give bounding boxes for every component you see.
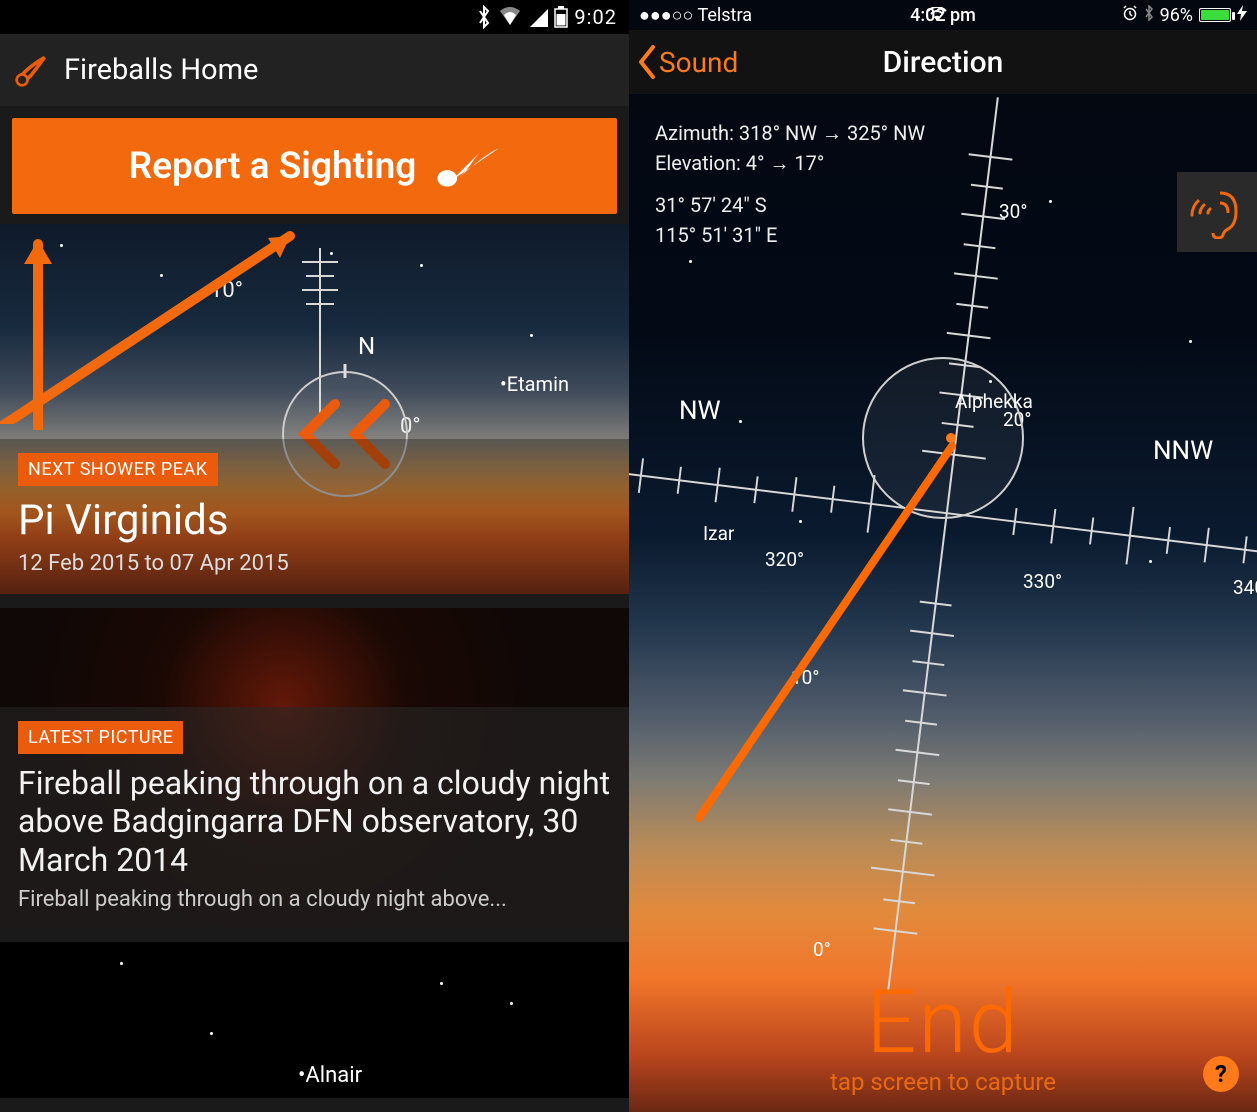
end-label: End: [830, 983, 1056, 1062]
android-status-bar: 9:02: [0, 0, 629, 34]
star-alphekka-label: Alphekka: [955, 390, 1033, 413]
picture-subtext: Fireball peaking through on a cloudy nig…: [18, 887, 611, 912]
starfield-card[interactable]: •Alnair: [0, 942, 629, 1098]
home-content: Report a Sighting: [0, 106, 629, 1112]
ios-nav-bar: Sound Direction: [629, 30, 1257, 94]
compass-n-label: N: [358, 332, 375, 360]
shower-overlay: NEXT SHOWER PEAK Pi Virginids 12 Feb 201…: [0, 439, 629, 594]
ios-status-bar: ●●●○○ Telstra 4:02 pm 96%: [629, 0, 1257, 30]
tap-hint: tap screen to capture: [830, 1068, 1056, 1096]
help-button[interactable]: ?: [1203, 1056, 1239, 1092]
next-shower-card[interactable]: 10° 0° N •Etamin NEXT SHOWER PEAK Pi Vir…: [0, 224, 629, 594]
star-etamin-label: •Etamin: [500, 372, 569, 396]
status-time: 9:02: [574, 5, 617, 29]
tick-az330: 330°: [1023, 570, 1062, 593]
shower-name: Pi Virginids: [18, 496, 611, 545]
battery-percent: 96%: [1160, 5, 1193, 26]
app-bar-title: Fireballs Home: [64, 53, 258, 87]
nw-label: NW: [679, 396, 721, 426]
shower-dates: 12 Feb 2015 to 07 Apr 2015: [18, 551, 611, 576]
android-screen: 9:02 Fireballs Home Report a Sighting: [0, 0, 629, 1112]
bluetooth-icon: [476, 5, 492, 29]
next-shower-badge: NEXT SHOWER PEAK: [18, 453, 218, 486]
battery-icon: [554, 6, 568, 28]
star-alnair-label: •Alnair: [298, 1063, 362, 1088]
direction-ray: [669, 438, 989, 838]
back-button[interactable]: Sound: [637, 30, 738, 94]
fireball-logo-icon: [14, 52, 50, 88]
tick-az340: 340°: [1233, 576, 1257, 599]
picture-headline: Fireball peaking through on a cloudy nig…: [18, 764, 611, 879]
tick-el0: 0°: [813, 938, 831, 961]
meteor-arrow-2: [8, 220, 88, 430]
nav-title: Direction: [883, 45, 1004, 80]
fireball-icon: [434, 143, 500, 189]
capture-cta[interactable]: End tap screen to capture: [830, 983, 1056, 1096]
help-label: ?: [1215, 1060, 1227, 1088]
app-bar: Fireballs Home: [0, 34, 629, 106]
status-time: 4:02 pm: [910, 5, 976, 26]
charging-icon: [1237, 5, 1247, 26]
ios-screen[interactable]: ●●●○○ Telstra 4:02 pm 96% Sound Directio…: [629, 0, 1257, 1112]
audio-cue-button[interactable]: [1177, 172, 1257, 252]
latest-picture-badge: LATEST PICTURE: [18, 721, 183, 754]
report-sighting-label: Report a Sighting: [129, 145, 417, 188]
bluetooth-icon: [1144, 5, 1154, 26]
tick-el30: 30°: [999, 200, 1027, 223]
wifi-icon: [498, 7, 522, 27]
carrier-label: ●●●○○ Telstra: [639, 5, 752, 26]
nnw-label: NNW: [1153, 436, 1213, 466]
back-label: Sound: [659, 46, 738, 79]
report-sighting-button[interactable]: Report a Sighting: [12, 118, 617, 214]
picture-overlay: LATEST PICTURE Fireball peaking through …: [0, 707, 629, 928]
cell-signal-icon: [528, 7, 548, 27]
latest-picture-card[interactable]: LATEST PICTURE Fireball peaking through …: [0, 608, 629, 928]
alarm-icon: [1122, 5, 1138, 26]
battery-icon: [1199, 8, 1231, 22]
